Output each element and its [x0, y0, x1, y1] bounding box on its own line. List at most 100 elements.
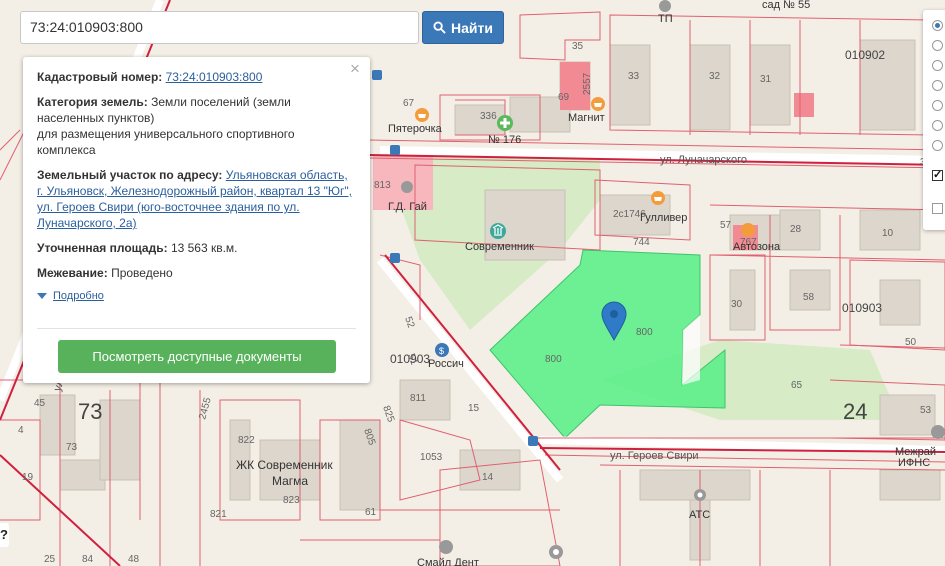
caret-down-icon	[37, 293, 47, 299]
close-icon[interactable]: ×	[348, 60, 362, 77]
svg-text:69: 69	[558, 92, 570, 103]
quarter-label: 010902	[845, 48, 885, 62]
svg-text:10: 10	[882, 228, 894, 239]
svg-text:744: 744	[633, 237, 650, 248]
area-value: 13 563 кв.м.	[170, 241, 238, 255]
poi-rossich: Россич	[428, 358, 464, 370]
svg-text:53: 53	[920, 405, 932, 416]
survey-value: Проведено	[111, 266, 173, 280]
svg-text:336: 336	[480, 111, 497, 122]
survey-label: Межевание:	[37, 266, 108, 280]
svg-text:58: 58	[803, 292, 815, 303]
plot-label: 800	[545, 354, 562, 365]
layer-radio[interactable]	[932, 40, 943, 51]
layer-radio[interactable]	[932, 120, 943, 131]
transport-sign-icon	[372, 70, 382, 80]
layer-radio[interactable]	[932, 140, 943, 151]
cadastral-number-label: Кадастровый номер:	[37, 70, 163, 84]
svg-text:4: 4	[18, 425, 24, 436]
layer-radio[interactable]	[932, 80, 943, 91]
parcel-info-popup: × Кадастровый номер: 73:24:010903:800 Ка…	[23, 57, 370, 383]
layer-checkbox[interactable]	[932, 203, 943, 214]
svg-text:821: 821	[210, 509, 227, 520]
poi-ifns: ИФНС	[898, 457, 930, 469]
cadastral-number-row: Кадастровый номер: 73:24:010903:800	[37, 69, 356, 85]
search-icon	[433, 21, 446, 34]
poi-school-176: № 176	[488, 134, 521, 146]
land-category-label: Категория земель:	[37, 95, 148, 109]
svg-text:$: $	[439, 346, 444, 356]
svg-text:1053: 1053	[420, 452, 443, 463]
gray-dot-icon	[659, 0, 671, 12]
svg-text:15: 15	[468, 403, 480, 414]
zone-number: 24	[843, 399, 867, 424]
gray-dot-icon	[694, 489, 706, 501]
svg-text:28: 28	[790, 224, 802, 235]
cadastral-number-link[interactable]: 73:24:010903:800	[166, 70, 263, 84]
layer-radio[interactable]	[932, 60, 943, 71]
svg-text:48: 48	[128, 554, 140, 565]
zone-number: 73	[78, 399, 102, 424]
svg-text:813: 813	[374, 180, 391, 191]
svg-text:33: 33	[628, 71, 640, 82]
address-row: Земельный участок по адресу: Ульяновская…	[37, 167, 356, 231]
shopping-basket-icon	[591, 97, 605, 111]
plot-label: 800	[636, 327, 653, 338]
svg-text:811: 811	[410, 393, 426, 404]
street-label-geroev-sviri: ул. Героев Свири	[610, 450, 699, 462]
poi-atc: АТС	[689, 509, 710, 521]
address-label: Земельный участок по адресу:	[37, 168, 223, 182]
svg-text:822: 822	[238, 435, 255, 446]
more-details-label: Подробно	[53, 290, 104, 302]
poi-smail-dent: Смайл Дент	[417, 557, 479, 566]
museum-icon	[490, 223, 506, 239]
gray-dot-icon	[549, 545, 563, 559]
svg-text:2557: 2557	[582, 72, 593, 95]
more-details-link[interactable]: Подробно	[37, 288, 356, 304]
svg-text:45: 45	[34, 398, 46, 409]
poi-gulliver: Гулливер	[640, 212, 687, 224]
layers-panel	[923, 10, 945, 230]
svg-text:61: 61	[365, 507, 377, 518]
street-label-lunacharskogo: ул. Луначарского	[660, 154, 747, 166]
search-button-label: Найти	[451, 19, 493, 36]
poi-sad-55: сад № 55	[762, 0, 810, 11]
poi-magma: Магма	[272, 474, 308, 488]
layer-radio[interactable]	[932, 20, 943, 31]
bank-icon: $	[435, 343, 449, 357]
svg-text:67: 67	[403, 98, 415, 109]
poi-tp: ТП	[658, 13, 673, 25]
view-documents-button[interactable]: Посмотреть доступные документы	[58, 340, 336, 373]
svg-text:19: 19	[22, 472, 34, 483]
gray-dot-icon	[931, 425, 945, 439]
poi-pyaterochka: Пятерочка	[388, 123, 443, 135]
svg-text:31: 31	[760, 74, 772, 85]
person-icon	[401, 181, 413, 193]
svg-text:50: 50	[905, 337, 917, 348]
svg-text:32: 32	[709, 71, 721, 82]
area-row: Уточненная площадь: 13 563 кв.м.	[37, 240, 356, 256]
land-purpose: для размещения универсального спортивног…	[37, 127, 295, 157]
poi-sovremennik: Современник	[465, 241, 534, 253]
layer-checkbox[interactable]	[932, 168, 943, 181]
svg-text:84: 84	[82, 554, 94, 565]
search-button[interactable]: Найти	[422, 11, 504, 44]
svg-text:35: 35	[572, 41, 584, 52]
search-input[interactable]: 73:24:010903:800	[20, 11, 419, 44]
transport-sign-icon	[528, 436, 538, 446]
svg-text:25: 25	[44, 554, 56, 565]
svg-text:30: 30	[731, 299, 743, 310]
poi-jk-sovremennik: ЖК Современник	[236, 458, 333, 472]
medical-cross-icon	[497, 115, 513, 131]
svg-text:823: 823	[283, 495, 300, 506]
corner-control[interactable]: ?	[0, 523, 9, 547]
poi-magnit: Магнит	[568, 112, 605, 124]
svg-text:73: 73	[66, 442, 78, 453]
divider	[37, 328, 356, 329]
area-label: Уточненная площадь:	[37, 241, 168, 255]
survey-row: Межевание: Проведено	[37, 265, 356, 281]
quarter-label: 010903	[842, 301, 882, 315]
svg-text:57: 57	[720, 220, 732, 231]
layer-radio[interactable]	[932, 100, 943, 111]
poi-gd-gai: Г.Д. Гай	[388, 201, 427, 213]
